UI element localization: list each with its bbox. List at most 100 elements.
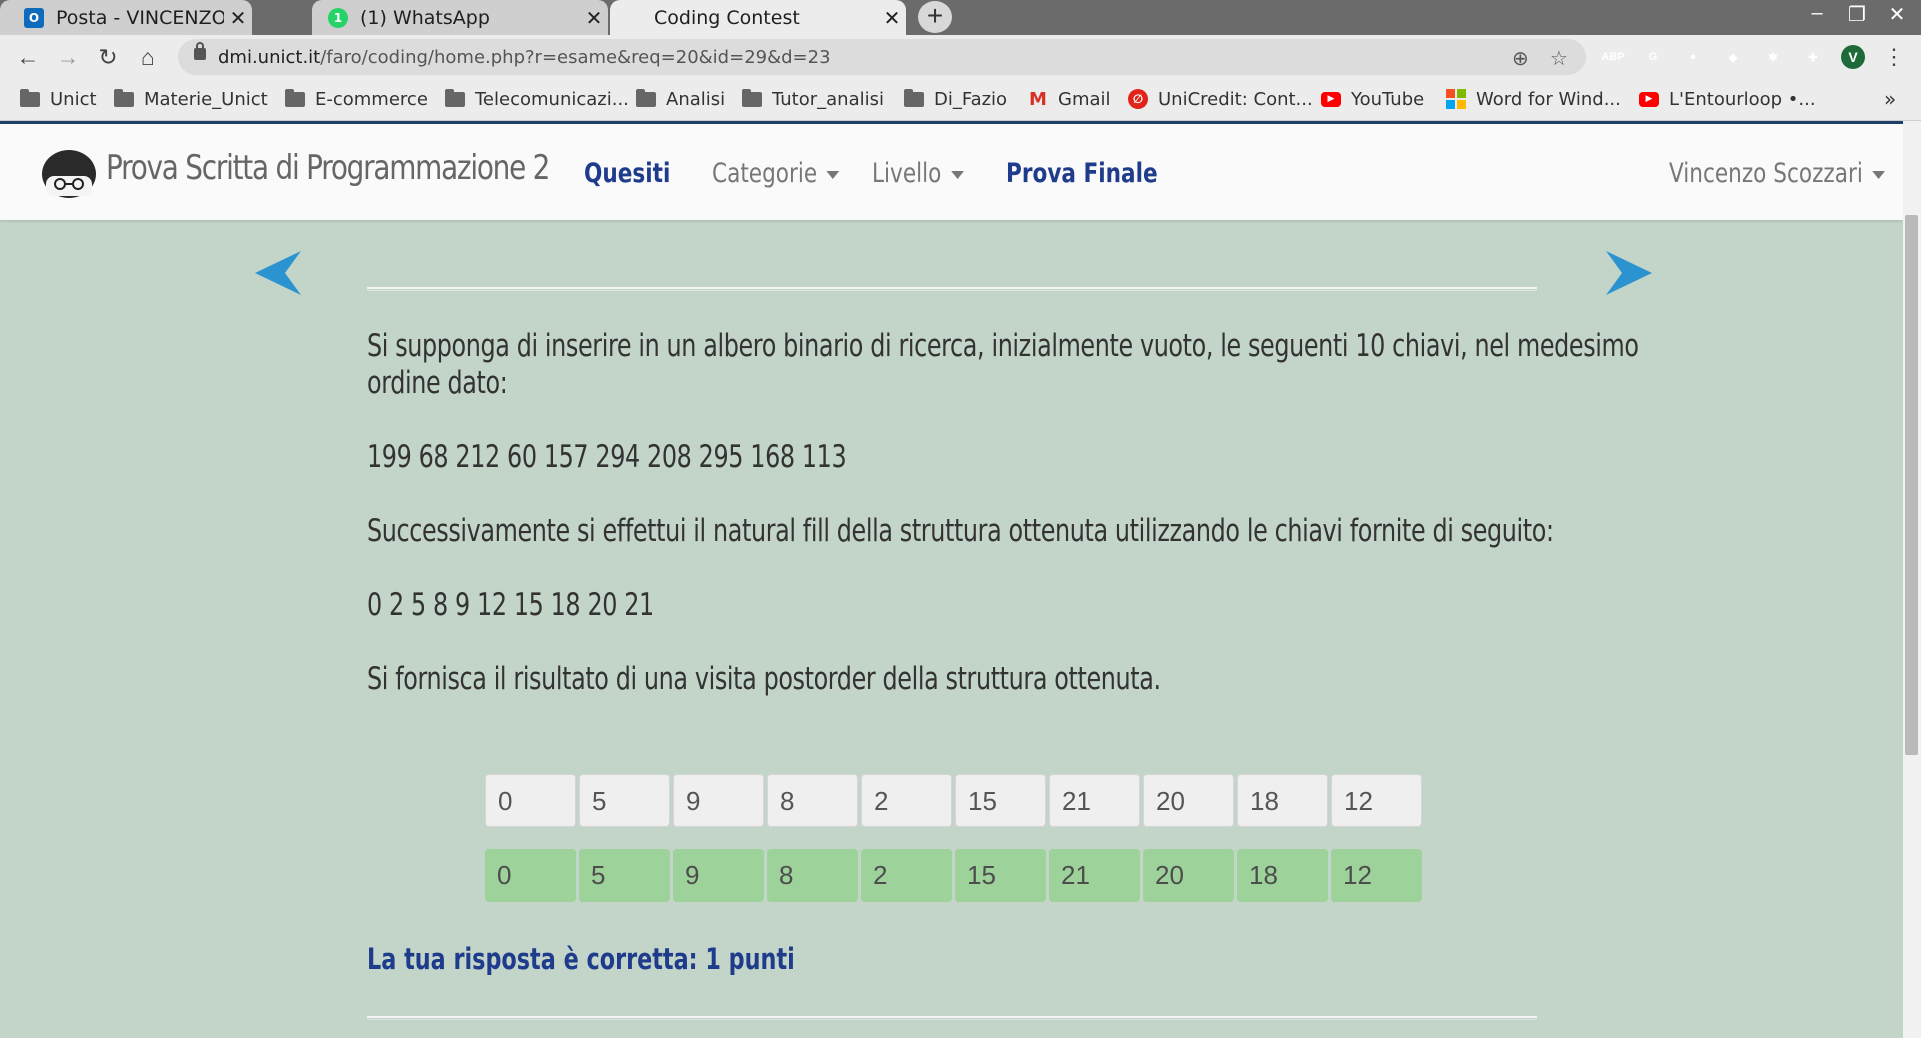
extension-color-icon[interactable]: ◆ [1721,45,1745,69]
zoom-icon[interactable]: ⊕ [1512,46,1529,71]
extension-label: ABP [1601,51,1625,63]
close-icon[interactable]: ✕ [580,6,608,30]
close-window-button[interactable]: ✕ [1880,2,1914,27]
site-navbar: Prova Scritta di Programmazione 2 Quesit… [0,121,1903,220]
folder-icon [285,88,305,107]
bookmarks-bar: Unict Materie_Unict E-commerce Telecomun… [0,79,1921,121]
bookmark-gmail[interactable]: M Gmail [1028,79,1111,119]
arrow-left-icon: ← [16,44,40,70]
question-intro-line1: Si supponga di inserire in un albero bin… [367,328,1639,364]
address-bar[interactable]: dmi.unict.it/faro/coding/home.php?r=esam… [178,39,1586,75]
bookmark-unict[interactable]: Unict [20,79,97,119]
extension-dark-icon[interactable]: ● [1681,45,1705,69]
close-icon[interactable]: ✕ [224,6,252,30]
bookmark-label: Di_Fazio [934,88,1008,110]
extension-label: ◆ [1728,51,1738,64]
folder-icon [742,88,762,107]
adblock-icon[interactable]: ABP [1601,45,1625,69]
forward-button[interactable]: → [52,41,84,73]
question-fill-text: Successivamente si effettui il natural f… [367,513,1554,549]
extension-label: ✚ [1808,51,1818,64]
nav-quesiti[interactable]: Quesiti [584,158,670,189]
bookmark-label: L'Entourloop •... [1669,88,1816,110]
solution-cell-6: 15 [955,849,1046,902]
tab-whatsapp[interactable]: 1 (1) WhatsApp ✕ [312,0,608,35]
bookmark-word-for-windows[interactable]: Word for Wind... [1446,79,1621,119]
youtube-icon: ▶ [1639,91,1659,107]
bookmark-label: E-commerce [315,88,428,110]
previous-question-arrow-icon[interactable] [255,251,301,295]
nav-categorie-dropdown[interactable]: Categorie [712,158,840,189]
tab-coding-contest[interactable]: Coding Contest ✕ [610,0,906,35]
answer-cell-3[interactable]: 9 [673,774,764,827]
solution-cell-2: 5 [579,849,670,902]
bookmarks-overflow-button[interactable]: » [1884,79,1896,119]
answer-cell-4[interactable]: 8 [767,774,858,827]
bookmark-analisi[interactable]: Analisi [636,79,725,119]
solution-cell-1: 0 [485,849,576,902]
answer-cell-2[interactable]: 5 [579,774,670,827]
solution-cell-5: 2 [861,849,952,902]
bookmark-telecomunicazioni[interactable]: Telecomunicazi... [445,79,629,119]
lock-icon [194,42,206,60]
reload-button[interactable]: ↻ [92,41,124,73]
bookmark-di-fazio[interactable]: Di_Fazio [904,79,1007,119]
minimize-button[interactable]: – [1800,2,1834,25]
tab-outlook[interactable]: O Posta - VINCENZO SCOZZ ✕ [0,0,252,35]
url-text: dmi.unict.it/faro/coding/home.php?r=esam… [218,47,831,68]
extension-script-icon[interactable]: ✱ [1761,45,1785,69]
bookmark-label: Gmail [1058,88,1111,110]
bookmark-materie-unict[interactable]: Materie_Unict [114,79,268,119]
translate-icon[interactable]: G [1641,45,1665,69]
profile-avatar[interactable]: V [1841,45,1865,69]
nav-prova-finale[interactable]: Prova Finale [1006,158,1158,189]
extension-label: ● [1689,51,1697,63]
next-question-arrow-icon[interactable] [1606,251,1652,295]
user-name: Vincenzo Scozzari [1669,158,1863,189]
puzzle-icon[interactable]: ✚ [1801,45,1825,69]
nav-livello-dropdown[interactable]: Livello [872,158,964,189]
answer-cell-10[interactable]: 12 [1331,774,1422,827]
answer-cell-5[interactable]: 2 [861,774,952,827]
solution-cell-3: 9 [673,849,764,902]
tab-strip: O Posta - VINCENZO SCOZZ ✕ 1 (1) WhatsAp… [0,0,1921,35]
answer-cell-7[interactable]: 21 [1049,774,1140,827]
menu-icon[interactable]: ⋮ [1878,41,1910,73]
close-icon[interactable]: ✕ [878,6,906,30]
folder-icon [20,88,40,107]
home-button[interactable]: ⌂ [132,41,164,73]
answer-input-row: 0 5 9 8 2 15 21 20 18 12 [485,774,1425,827]
home-icon: ⌂ [141,44,155,70]
bookmark-label: Tutor_analisi [772,88,884,110]
bookmark-label: Word for Wind... [1476,88,1621,110]
site-brand[interactable]: Prova Scritta di Programmazione 2 [106,148,550,188]
bookmark-label: UniCredit: Cont... [1158,88,1313,110]
answer-cell-6[interactable]: 15 [955,774,1046,827]
caret-down-icon [826,170,840,179]
logo-icon[interactable] [40,146,98,198]
bookmark-tutor-analisi[interactable]: Tutor_analisi [742,79,884,119]
answer-cell-8[interactable]: 20 [1143,774,1234,827]
answer-cell-9[interactable]: 18 [1237,774,1328,827]
restore-button[interactable]: ❐ [1840,2,1874,27]
solution-cell-7: 21 [1049,849,1140,902]
solution-cell-10: 12 [1331,849,1422,902]
bookmark-youtube[interactable]: ▶ YouTube [1321,79,1424,119]
answer-cell-1[interactable]: 0 [485,774,576,827]
bookmark-e-commerce[interactable]: E-commerce [285,79,428,119]
result-message: La tua risposta è corretta: 1 punti [367,942,795,976]
solution-cell-9: 18 [1237,849,1328,902]
star-icon[interactable]: ☆ [1550,46,1568,71]
back-button[interactable]: ← [12,41,44,73]
new-tab-button[interactable]: + [918,1,952,33]
bookmark-unicredit[interactable]: ∅ UniCredit: Cont... [1128,79,1313,119]
gmail-icon: M [1029,88,1047,110]
extension-label: ✱ [1768,51,1778,64]
bookmark-label: Telecomunicazi... [475,88,629,110]
bookmark-lentourloop[interactable]: ▶ L'Entourloop •... [1639,79,1816,119]
url-host: dmi.unict.it [218,47,321,68]
user-menu-dropdown[interactable]: Vincenzo Scozzari [1669,158,1886,189]
caret-down-icon [1872,170,1886,179]
scrollbar-thumb[interactable] [1905,215,1918,755]
folder-icon [636,88,656,107]
